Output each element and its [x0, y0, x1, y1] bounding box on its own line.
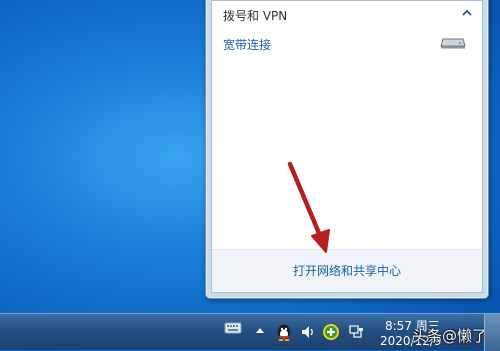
network-flyout: 拨号和 VPN 宽带连接 打开网络和共享中心 [205, 0, 489, 299]
network-icon[interactable] [348, 324, 364, 340]
dialup-vpn-section-header[interactable]: 拨号和 VPN [212, 1, 482, 27]
security-plus-icon[interactable] [322, 323, 340, 341]
flyout-footer: 打开网络和共享中心 [212, 249, 482, 292]
keyboard-icon[interactable] [224, 320, 242, 334]
volume-icon[interactable] [300, 324, 316, 340]
show-hidden-icons-icon[interactable] [255, 326, 265, 334]
connection-label: 宽带连接 [223, 38, 272, 52]
taskbar: 8:57 周三 2020/12/9 头条@懒了 [0, 313, 500, 351]
open-network-sharing-center-link[interactable]: 打开网络和共享中心 [212, 262, 482, 279]
flyout-content: 拨号和 VPN 宽带连接 打开网络和共享中心 [211, 0, 483, 293]
modem-icon [440, 38, 466, 49]
section-title: 拨号和 VPN [223, 9, 288, 23]
chevron-up-icon[interactable] [462, 9, 472, 17]
show-desktop-button[interactable] [484, 314, 500, 351]
connection-item-broadband[interactable]: 宽带连接 [212, 31, 482, 57]
qq-penguin-icon[interactable] [275, 323, 293, 341]
watermark-text: 头条@懒了 [412, 327, 488, 345]
